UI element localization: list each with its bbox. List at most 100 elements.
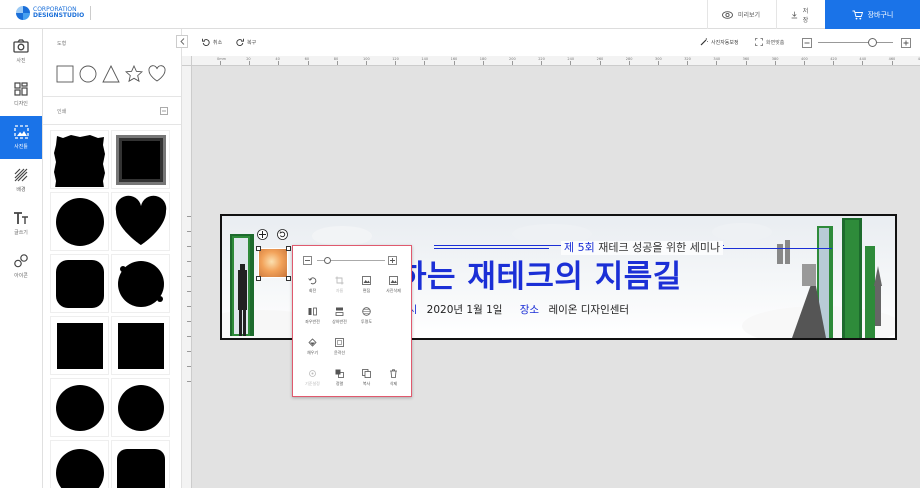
menu-item-delete[interactable]: 삭제 (380, 369, 407, 391)
undo-button[interactable]: 취소 (202, 38, 222, 46)
rotate-handle-icon[interactable] (277, 229, 288, 240)
zoom-slider-handle[interactable] (868, 38, 878, 47)
frame-panel: 도형 인쇄 (43, 29, 182, 488)
menu-label: 윤곽선 (333, 350, 346, 355)
menu-label: 편집 (362, 288, 371, 293)
frame-tile[interactable] (111, 378, 170, 437)
shapes-icon (13, 254, 28, 268)
menu-item-anchor: 기준설정 (299, 369, 326, 391)
square-shape-icon[interactable] (56, 65, 74, 83)
move-handle-icon[interactable] (257, 229, 268, 240)
ruler-tick (220, 61, 221, 65)
redo-button[interactable]: 복구 (236, 38, 256, 46)
ruler-tick (336, 61, 338, 65)
menu-item-rotate[interactable]: 회전 (299, 276, 326, 298)
frame-tile[interactable] (111, 192, 170, 251)
redo-icon (236, 38, 244, 46)
photo-context-menu: 회전 자름 편집 사진삭제 좌우반전 상하반전 투명도 채우기 윤곽선 기준설정… (292, 245, 412, 397)
resize-handle[interactable] (256, 246, 261, 251)
circle-shape-icon[interactable] (79, 65, 97, 83)
logo[interactable]: CORPORATION DESIGNSTUDIO (16, 6, 92, 20)
star-shape-icon[interactable] (125, 65, 143, 83)
menu-item-outline[interactable]: 윤곽선 (326, 338, 353, 360)
fill-icon (308, 338, 317, 347)
preview-button[interactable]: 미리보기 (707, 0, 776, 29)
nav-item-photo[interactable]: 사진 (0, 29, 42, 73)
menu-label: 사진삭제 (386, 288, 401, 293)
frame-tile[interactable] (50, 440, 109, 488)
ruler-tick (804, 61, 805, 65)
frame-tile[interactable] (50, 254, 109, 313)
app: CORPORATION DESIGNSTUDIO 미리보기 저장 장바구니 사진… (0, 0, 920, 488)
soft-circle-frame-icon (117, 384, 164, 431)
menu-item-delete-photo[interactable]: 사진삭제 (380, 276, 407, 298)
menu-item-flip-vertical[interactable]: 상하반전 (326, 307, 353, 329)
frame-tile[interactable] (50, 192, 109, 251)
nav-label-background: 배경 (16, 187, 26, 193)
fit-screen-button[interactable]: 화면맞춤 (755, 38, 784, 46)
banner-headline[interactable]: 하는 재테크의 지름길 (398, 257, 682, 297)
save-label: 저장 (802, 7, 809, 24)
ruler-tick (187, 246, 191, 247)
opacity-slider-handle[interactable] (323, 257, 331, 264)
image-edit-icon (362, 276, 371, 285)
nav-label-icons: 아이콘 (14, 273, 28, 279)
rough-oval-frame-icon (55, 384, 104, 431)
heart-shape-icon[interactable] (148, 65, 166, 83)
frame-tile[interactable] (50, 378, 109, 437)
resize-handle[interactable] (286, 246, 291, 251)
zoom-slider[interactable] (818, 38, 893, 47)
ruler-tick (307, 61, 309, 65)
nav-item-text[interactable]: 글쓰기 (0, 202, 42, 245)
opacity-increase-icon[interactable] (388, 256, 397, 265)
cart-label: 장바구니 (867, 10, 894, 19)
frame-tile[interactable] (50, 130, 109, 189)
frame-tile[interactable] (111, 316, 170, 375)
menu-item-edit[interactable]: 편집 (353, 276, 380, 298)
frames-collapse-icon[interactable] (160, 107, 168, 115)
menu-item-copy[interactable]: 복사 (353, 369, 380, 391)
ruler-tick (187, 306, 191, 307)
ruler-tick (862, 61, 864, 65)
cart-button[interactable]: 장바구니 (825, 0, 920, 29)
menu-label: 좌우반전 (305, 319, 320, 324)
frame-tile[interactable] (50, 316, 109, 375)
ruler-tick (249, 61, 251, 65)
panel-collapse-button[interactable] (176, 35, 188, 48)
frame-tile[interactable] (111, 254, 170, 313)
zoom-in-icon[interactable] (901, 38, 911, 48)
menu-item-opacity[interactable]: 투명도 (353, 307, 380, 329)
menu-item-align[interactable]: 정렬 (326, 369, 353, 391)
nav-item-background[interactable]: 배경 (0, 159, 42, 202)
triangle-shape-icon[interactable] (102, 65, 120, 83)
opacity-decrease-icon[interactable] (303, 256, 312, 265)
nav-item-photo-frame[interactable]: 사진틀 (0, 116, 42, 159)
download-icon (791, 11, 798, 18)
nav-item-icons[interactable]: 아이콘 (0, 245, 42, 288)
frame-tile[interactable] (111, 440, 170, 488)
opacity-slider[interactable] (317, 257, 385, 264)
chevron-left-icon (179, 38, 184, 45)
rough-rounded-frame-icon (55, 259, 104, 308)
menu-label: 상하반전 (332, 319, 347, 324)
resize-handle[interactable] (286, 276, 291, 281)
save-button[interactable]: 저장 (776, 0, 825, 29)
ruler-corner (182, 56, 192, 66)
ruler-tick (687, 61, 689, 65)
top-header: CORPORATION DESIGNSTUDIO 미리보기 저장 장바구니 (0, 0, 920, 29)
square-frame-icon (117, 322, 164, 369)
frame-tile[interactable] (111, 130, 170, 189)
menu-label: 기준설정 (305, 381, 320, 386)
menu-item-flip-horizontal[interactable]: 좌우반전 (299, 307, 326, 329)
menu-label: 복사 (362, 381, 371, 386)
nav-item-design[interactable]: 디자인 (0, 73, 42, 116)
auto-correct-button[interactable]: 사진자동보정 (700, 38, 739, 46)
event-info[interactable]: 일시 2020년 1월 1일 장소 레이온 디자인센터 (398, 303, 629, 317)
selected-photo-frame[interactable] (258, 248, 288, 278)
zoom-out-icon[interactable] (802, 38, 812, 48)
menu-item-fill[interactable]: 채우기 (299, 338, 326, 360)
resize-handle[interactable] (256, 276, 261, 281)
seminar-title[interactable]: 제 5회 재테크 성공을 위한 세미나 (561, 241, 724, 255)
ruler-tick (745, 61, 747, 65)
cart-icon (852, 10, 863, 19)
